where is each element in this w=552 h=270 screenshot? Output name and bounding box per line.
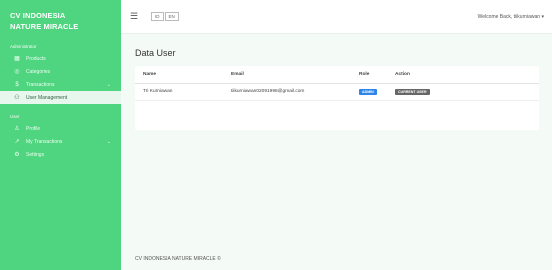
topbar: ☰ ID EN Welcome Back, tiikurniawan ▾: [121, 0, 552, 34]
sidebar-item-label: My Transactions: [26, 138, 63, 145]
column-header-action: Action: [387, 66, 539, 84]
sidebar-item-label: User Management: [26, 94, 68, 101]
sidebar-item-settings[interactable]: ⚙ Settings: [0, 148, 121, 161]
box-icon: ▦: [14, 56, 20, 62]
dollar-icon: $: [15, 81, 19, 88]
sidebar-item-label: Profile: [26, 125, 41, 132]
brand-line1: CV INDONESIA: [10, 11, 66, 20]
chart-icon: ↗: [14, 139, 20, 145]
current-user-badge: CURRENT USER: [395, 88, 430, 95]
sidebar-item-my-transactions[interactable]: ↗ My Transactions ⌄: [0, 135, 121, 148]
role-badge: ADMIN: [359, 88, 377, 95]
column-header-email: Email: [223, 66, 351, 84]
column-header-name: Name: [135, 66, 223, 84]
person-icon: ♙: [14, 126, 20, 132]
sidebar: CV INDONESIA NATURE MIRACLE Administrato…: [0, 0, 121, 270]
chevron-down-icon: ⌄: [106, 81, 111, 88]
main-content: Data User Name Email Role Action Tri Kur…: [121, 34, 552, 270]
cell-role: ADMIN: [351, 83, 387, 101]
sidebar-item-label: Settings: [26, 151, 45, 158]
cell-name: Tri Kurniawan: [135, 83, 223, 101]
hamburger-menu-icon[interactable]: ☰: [130, 11, 138, 22]
users-table: Name Email Role Action Tri Kurniawan tii…: [135, 66, 539, 101]
users-icon: ⚇: [14, 95, 20, 101]
language-switcher: ID EN: [151, 12, 180, 21]
sidebar-item-transactions[interactable]: $ Transactions ⌄: [0, 78, 121, 91]
footer: CV INDONESIA NATURE MIRACLE ©: [135, 256, 221, 262]
brand-logo[interactable]: CV INDONESIA NATURE MIRACLE: [0, 0, 121, 32]
gear-icon: ⚙: [14, 152, 20, 158]
table-row: Tri Kurniawan tiikurniawan02091998@gmail…: [135, 83, 539, 101]
table-header-row: Name Email Role Action: [135, 66, 539, 84]
column-header-role: Role: [351, 66, 387, 84]
lang-option-en[interactable]: EN: [164, 12, 179, 21]
sidebar-item-categories[interactable]: ◎ Categories: [0, 65, 121, 78]
sidebar-item-user-management[interactable]: ⚇ User Management: [0, 91, 121, 104]
admin-section-label: Administrator: [10, 44, 37, 49]
tag-icon: ◎: [14, 69, 20, 75]
page-title: Data User: [135, 48, 176, 58]
brand-line2: NATURE MIRACLE: [10, 22, 79, 31]
sidebar-item-label: Transactions: [26, 81, 55, 88]
cell-email: tiikurniawan02091998@gmail.com: [223, 83, 351, 101]
cell-action: CURRENT USER: [387, 83, 539, 101]
users-table-card: Name Email Role Action Tri Kurniawan tii…: [135, 66, 539, 130]
lang-option-id[interactable]: ID: [151, 12, 164, 21]
sidebar-item-products[interactable]: ▦ Products: [0, 52, 121, 65]
sidebar-item-label: Products: [26, 55, 46, 62]
user-section-label: User: [10, 114, 20, 119]
sidebar-item-label: Categories: [26, 68, 51, 75]
sidebar-item-profile[interactable]: ♙ Profile: [0, 122, 121, 135]
chevron-down-icon: ⌄: [106, 138, 111, 145]
user-menu[interactable]: Welcome Back, tiikurniawan ▾: [478, 14, 544, 20]
